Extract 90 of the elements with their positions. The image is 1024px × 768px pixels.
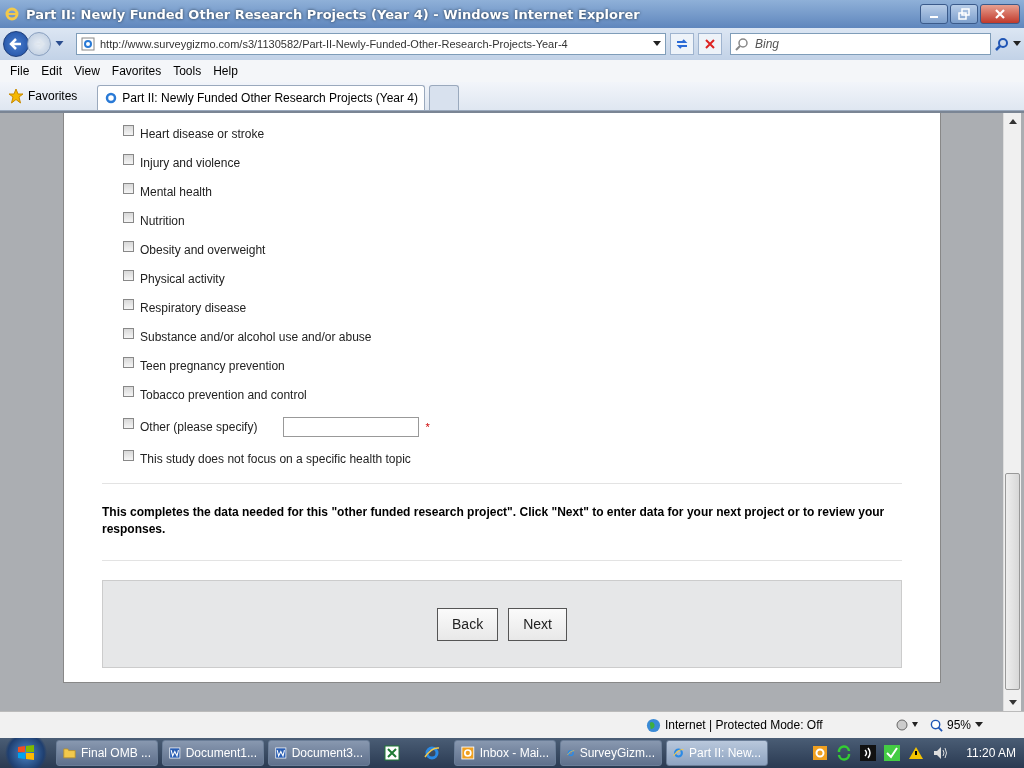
option-label: Physical activity [140, 271, 225, 286]
protected-mode-icon[interactable] [896, 719, 920, 731]
stop-button[interactable] [698, 33, 722, 55]
search-icon[interactable] [995, 37, 1009, 51]
dropdown-caret-icon [975, 722, 984, 728]
option-label: Mental health [140, 184, 213, 199]
mail-app-icon [461, 745, 475, 761]
globe-icon [646, 717, 661, 733]
checkbox[interactable] [123, 299, 134, 310]
close-button[interactable] [980, 4, 1020, 24]
taskbar-button[interactable]: Document1... [162, 740, 264, 766]
checkbox[interactable] [123, 212, 134, 223]
option-label: This study does not focus on a specific health topic [140, 451, 411, 466]
page-icon [104, 91, 119, 105]
stop-icon [704, 38, 716, 50]
dropdown-caret-icon [653, 41, 661, 47]
page-icon [81, 37, 95, 51]
clock[interactable]: 11:20 AM [966, 746, 1016, 760]
checkbox[interactable] [123, 357, 134, 368]
closing-text: This completes the data needed for this "other funded research project". Click "Next" to enter data for your next project or to review your responses. [102, 504, 886, 538]
option-label: Substance and/or alcohol use and/or abuse [140, 329, 372, 344]
option-label: Injury and violence [140, 155, 241, 170]
option-label: Heart disease or stroke [140, 126, 265, 141]
checkbox[interactable] [123, 270, 134, 281]
menu-item[interactable]: Favorites [105, 64, 168, 78]
option-label: Obesity and overweight [140, 242, 266, 257]
document-icon [275, 745, 287, 761]
checkbox[interactable] [123, 241, 134, 252]
security-zone: Internet | Protected Mode: Off [665, 718, 823, 732]
option-label: Other (please specify) [140, 419, 258, 434]
refresh-icon [675, 37, 689, 51]
document-icon [169, 745, 181, 761]
checkbox[interactable] [123, 450, 134, 461]
warning-icon[interactable] [908, 745, 925, 761]
signal-icon[interactable] [860, 745, 877, 761]
taskbar-button[interactable]: Document3... [268, 740, 370, 766]
close-icon [994, 8, 1006, 20]
option-label: Respiratory disease [140, 300, 247, 315]
menu-item[interactable]: File [4, 64, 36, 78]
scrollbar[interactable] [1003, 113, 1021, 711]
zoom-icon [930, 718, 943, 732]
option-label: Teen pregnancy prevention [140, 358, 285, 373]
specify-field[interactable] [283, 416, 420, 437]
taskbar-button[interactable]: Inbox - Mai... [454, 740, 556, 766]
menu-item[interactable]: Edit [35, 64, 69, 78]
checkbox[interactable] [123, 125, 134, 136]
taskbar-button[interactable]: SurveyGizm... [560, 740, 662, 766]
menu-item[interactable]: Tools [167, 64, 208, 78]
scroll-thumb[interactable] [1005, 473, 1020, 690]
menu-item[interactable]: Help [207, 64, 244, 78]
back-button[interactable] [3, 31, 29, 57]
checkbox[interactable] [123, 154, 134, 165]
dropdown-caret-icon[interactable] [1013, 41, 1021, 47]
browser-icon [424, 745, 440, 761]
sync-icon[interactable] [836, 745, 853, 761]
menu-item[interactable]: View [68, 64, 106, 78]
checkbox[interactable] [123, 386, 134, 397]
windows-logo-icon [16, 743, 36, 763]
zoom-control[interactable]: 95% [930, 718, 1010, 732]
spreadsheet-icon [384, 745, 400, 761]
required-mark: * [425, 420, 430, 433]
address-field[interactable]: http://www.surveygizmo.com/s3/1130582/Part-II-Newly-Funded-Other-Research-Projects-Year-4 [76, 33, 666, 55]
favorites-button[interactable]: Favorites [4, 84, 82, 108]
folder-icon [63, 745, 76, 761]
browser-tab[interactable]: Part II: Newly Funded Other Research Projects (Year 4) [97, 85, 426, 110]
minimize-icon [930, 16, 938, 18]
checkbox[interactable] [123, 183, 134, 194]
down-arrow-icon [1008, 700, 1017, 705]
up-arrow-icon [1008, 119, 1017, 124]
tray-app-icon[interactable] [812, 745, 829, 761]
search-icon [735, 37, 749, 51]
search-field[interactable]: Bing [730, 33, 991, 55]
option-label: Tobacco prevention and control [140, 387, 307, 402]
restore-icon [958, 8, 970, 20]
back-arrow-icon [8, 36, 24, 52]
checkbox[interactable] [123, 418, 134, 429]
taskbar-button[interactable]: Final OMB ... [56, 740, 158, 766]
restore-button[interactable] [950, 4, 978, 24]
speaker-icon[interactable] [932, 745, 949, 761]
dropdown-caret-icon[interactable] [55, 41, 64, 47]
refresh-button[interactable] [670, 33, 694, 55]
nav-button[interactable]: Next [508, 607, 567, 641]
star-icon [8, 88, 24, 104]
nav-button[interactable]: Back [437, 607, 499, 641]
minimize-button[interactable] [920, 4, 948, 24]
checkbox[interactable] [123, 328, 134, 339]
checkmark-icon[interactable] [884, 745, 901, 761]
browser-icon [4, 6, 20, 22]
option-label: Nutrition [140, 213, 185, 228]
window-title: Part II: Newly Funded Other Research Projects (Year 4) - Windows Internet Explorer [26, 6, 641, 22]
